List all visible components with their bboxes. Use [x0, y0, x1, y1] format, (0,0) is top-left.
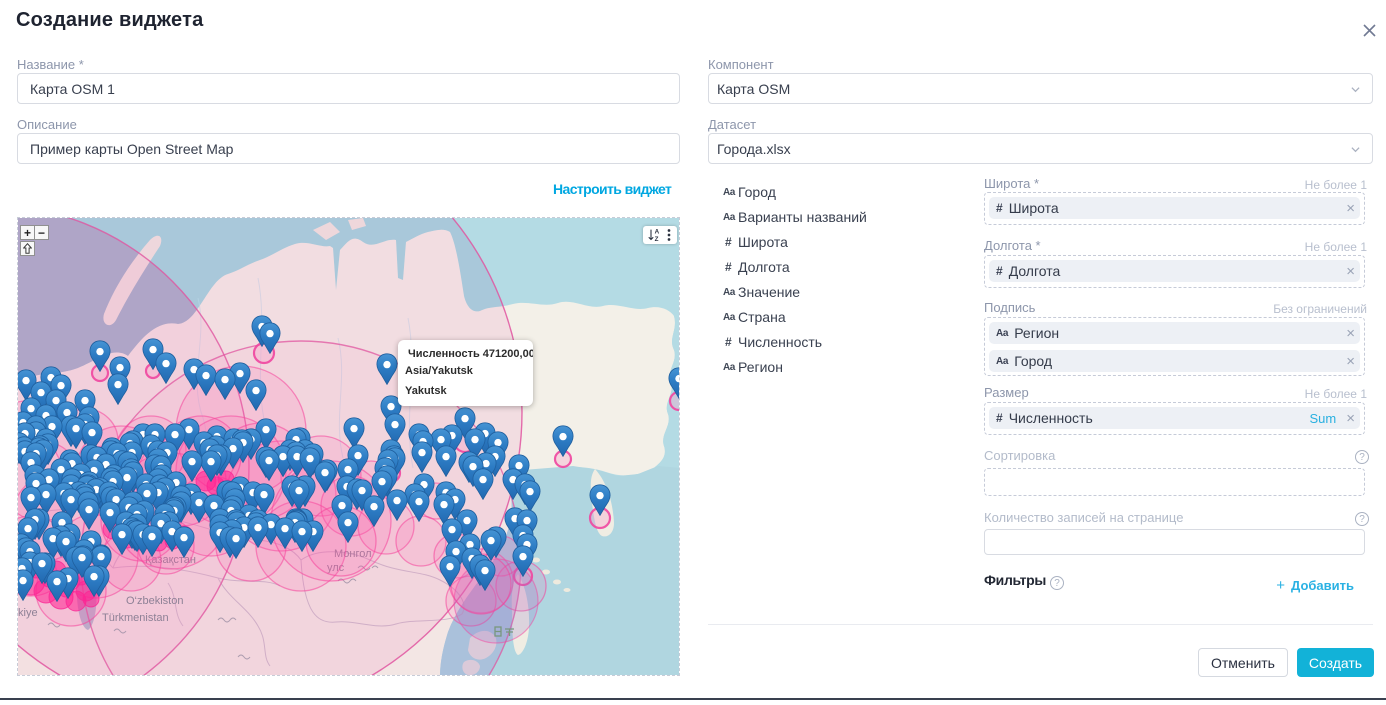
svg-text:O‘zbekiston: O‘zbekiston — [126, 595, 183, 607]
svg-text:Türkmenistan: Türkmenistan — [102, 612, 169, 624]
svg-text:kiye: kiye — [18, 607, 38, 619]
svg-text:Z: Z — [655, 236, 659, 243]
svg-text:A: A — [655, 229, 660, 236]
